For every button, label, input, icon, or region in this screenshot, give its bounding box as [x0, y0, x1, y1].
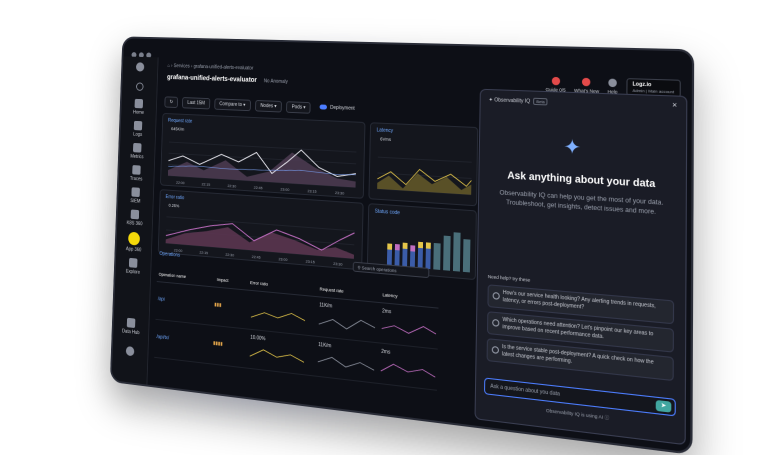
stage: Home Logs Metrics Traces SIEM K8S 360 Ap…: [0, 0, 777, 455]
data-hub-icon: [126, 317, 136, 329]
breadcrumb-current: grafana-unified-alerts-evaluator: [193, 63, 254, 72]
help-icon: [608, 78, 617, 87]
help-button[interactable]: Help: [608, 78, 618, 94]
sidebar-item-siem[interactable]: SIEM: [123, 187, 148, 205]
breadcrumb-home[interactable]: ⌂: [167, 63, 170, 69]
close-icon[interactable]: ✕: [672, 102, 678, 110]
app-icon: [128, 231, 141, 246]
page-title: grafana-unified-alerts-evaluator: [166, 74, 257, 84]
time-range-picker[interactable]: Last 15M: [182, 97, 211, 110]
compare-dropdown[interactable]: Compare to ▾: [214, 98, 251, 112]
metrics-icon: [132, 142, 142, 153]
sidebar-item-metrics[interactable]: Metrics: [125, 142, 150, 160]
k8s-icon: [130, 209, 140, 220]
ai-panel-header: ✦ Observability IQ Beta: [489, 96, 548, 106]
sidebar-item-logs[interactable]: Logs: [125, 120, 150, 138]
sidebar-item-traces[interactable]: Traces: [124, 165, 149, 183]
question-icon: [492, 291, 500, 300]
column-header[interactable]: Error ratio: [250, 280, 268, 286]
suggestions-label: Need help? try these: [487, 273, 531, 283]
sparkle-icon: ✦: [563, 136, 582, 160]
tick-label: 23:15: [307, 189, 316, 194]
tick-label: 22:00: [176, 181, 185, 186]
column-header[interactable]: Request rate: [320, 287, 344, 294]
sidebar-item-data-hub[interactable]: Data Hub: [118, 317, 143, 337]
breadcrumb-services[interactable]: Services: [174, 63, 190, 69]
guide-button[interactable]: Guide 0/5: [545, 76, 566, 92]
nodes-dropdown[interactable]: Nodes ▾: [254, 99, 283, 113]
filter-bar: ↻ Last 15M Compare to ▾ Nodes ▾ Pods ▾ D…: [164, 96, 359, 116]
pods-dropdown[interactable]: Pods ▾: [286, 101, 312, 114]
refresh-button[interactable]: ↻: [164, 96, 179, 109]
siem-icon: [131, 187, 140, 198]
search-icon[interactable]: [127, 82, 152, 93]
sidebar-item-home[interactable]: Home: [126, 98, 151, 117]
anomaly-badge: No Anomaly: [263, 78, 288, 85]
traces-icon: [132, 165, 141, 175]
observability-iq-panel: ✦ Observability IQ Beta ✕ ✦ Ask anything …: [474, 88, 688, 446]
beta-badge: Beta: [533, 97, 548, 106]
tick-label: 22:30: [227, 184, 236, 189]
latency-panel: Latency 6Vms: [368, 122, 479, 207]
column-header[interactable]: Operation name: [159, 272, 186, 279]
breadcrumb: ⌂ › Services › grafana-unified-alerts-ev…: [167, 63, 254, 72]
question-icon: [491, 345, 499, 354]
sidebar: Home Logs Metrics Traces SIEM K8S 360 Ap…: [111, 56, 159, 385]
settings-icon[interactable]: [117, 345, 142, 359]
logs-icon: [133, 120, 143, 131]
ai-panel-description: Observability IQ can help you get the mo…: [499, 189, 664, 217]
column-header[interactable]: Latency: [382, 292, 397, 298]
request-rate-chart: 22:00 22:15 22:30 22:45 23:00 23:15 23:3…: [161, 114, 365, 196]
section-title: Operations: [159, 251, 181, 259]
app-window: Home Logs Metrics Traces SIEM K8S 360 Ap…: [109, 36, 695, 455]
home-icon: [134, 98, 144, 109]
question-icon: [492, 318, 500, 327]
sidebar-item-k8s-360[interactable]: K8S 360: [122, 209, 147, 228]
sidebar-item-app-360[interactable]: App 360: [121, 231, 147, 254]
deployment-toggle[interactable]: Deployment: [315, 102, 359, 115]
app-logo-icon: [128, 62, 153, 74]
sidebar-item-explore[interactable]: Explore: [120, 257, 145, 276]
tick-label: 22:45: [254, 186, 263, 191]
tick-label: 22:15: [202, 182, 211, 187]
column-header[interactable]: Impact: [217, 277, 229, 283]
ask-question-input[interactable]: Ask a question about you data ➤: [484, 377, 676, 417]
request-rate-panel: Request rate 645K/m 22:00 22:15 22:30 22…: [160, 112, 366, 199]
send-button[interactable]: ➤: [655, 399, 672, 413]
ai-panel-title: Ask anything about your data: [507, 170, 656, 191]
tick-label: 23:00: [280, 187, 289, 192]
latency-chart: [369, 123, 477, 205]
guide-icon: [551, 76, 560, 85]
explore-icon: [128, 257, 138, 268]
megaphone-icon: [582, 77, 591, 86]
tick-label: 23:30: [335, 191, 344, 196]
whats-new-button[interactable]: What's New: [574, 77, 599, 93]
operations-section: Operations ⚲ Search operations Operation…: [153, 251, 439, 419]
